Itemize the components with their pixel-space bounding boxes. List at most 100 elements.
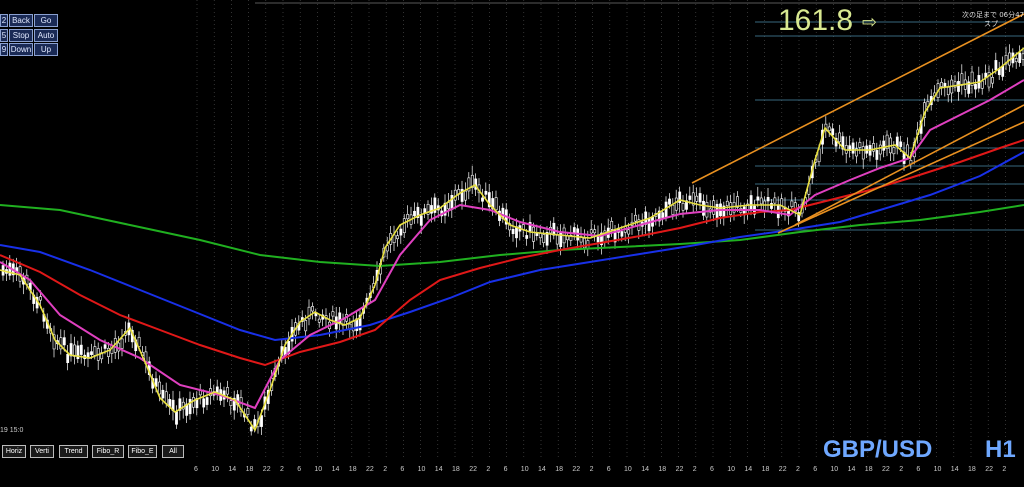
up-button[interactable]: Up bbox=[34, 43, 58, 56]
x-tick-label: 18 bbox=[658, 466, 667, 473]
side-button-1[interactable]: 2 bbox=[0, 14, 8, 27]
go-button[interactable]: Go bbox=[34, 14, 58, 27]
candle-body bbox=[260, 415, 263, 427]
trend-line-button[interactable]: Trend bbox=[59, 445, 88, 458]
candle-body bbox=[702, 200, 705, 216]
side-button-3[interactable]: 9 bbox=[0, 43, 8, 56]
timeframe-label: H1 bbox=[985, 436, 1016, 463]
candle-body bbox=[90, 351, 93, 355]
candle-body bbox=[974, 84, 977, 90]
x-tick-label: 18 bbox=[555, 466, 563, 473]
fibo-retracement-button[interactable]: Fibo_R bbox=[92, 445, 124, 458]
candle-body bbox=[175, 411, 178, 425]
candle-body bbox=[620, 231, 624, 237]
x-tick-label: 14 bbox=[538, 466, 546, 473]
candle-body bbox=[202, 398, 206, 408]
candle-body bbox=[402, 218, 406, 234]
x-tick-label: 18 bbox=[968, 466, 976, 473]
x-tick-label: 14 bbox=[228, 466, 237, 473]
channel-lower-line bbox=[777, 121, 1024, 234]
candle-body bbox=[317, 318, 321, 323]
x-tick-label: 22 bbox=[778, 466, 787, 473]
stop-button[interactable]: Stop bbox=[9, 29, 33, 42]
candle-body bbox=[66, 353, 70, 364]
auto-button[interactable]: Auto bbox=[34, 29, 58, 42]
x-tick-label: 6 bbox=[606, 466, 611, 473]
candle-body bbox=[749, 195, 753, 210]
candle-body bbox=[773, 197, 777, 204]
candle-body bbox=[484, 190, 488, 195]
price-chart bbox=[0, 0, 1024, 460]
x-tick-label: 18 bbox=[245, 466, 254, 473]
x-tick-label: 10 bbox=[933, 466, 942, 473]
candle-body bbox=[103, 344, 107, 349]
candle-body bbox=[991, 77, 994, 84]
candle-body bbox=[164, 391, 168, 404]
down-button[interactable]: Down bbox=[9, 43, 33, 56]
candle-body bbox=[552, 222, 556, 236]
candle-body bbox=[851, 142, 855, 154]
candle-body bbox=[878, 144, 882, 155]
candle-body bbox=[882, 140, 886, 151]
ma-blue-line bbox=[0, 151, 1024, 342]
x-tick-label: 22 bbox=[985, 466, 993, 473]
x-tick-label: 6 bbox=[400, 466, 405, 473]
candle-body bbox=[831, 128, 835, 136]
candle-body bbox=[827, 126, 831, 132]
candle-body bbox=[188, 398, 192, 415]
x-tick-label: 18 bbox=[348, 466, 357, 473]
candle-body bbox=[725, 200, 729, 206]
vertical-line-button[interactable]: Verti bbox=[30, 445, 54, 458]
side-button-2[interactable]: 5 bbox=[0, 29, 8, 42]
candle-body bbox=[681, 203, 685, 211]
candle-body bbox=[331, 311, 335, 317]
x-tick-label: 10 bbox=[520, 466, 529, 473]
candle-body bbox=[555, 235, 559, 245]
candle-body bbox=[770, 203, 773, 209]
x-tick-label: 2 bbox=[899, 466, 904, 473]
candle-body bbox=[593, 229, 597, 234]
candle-body bbox=[399, 228, 403, 236]
candle-body bbox=[161, 389, 165, 399]
candle-body bbox=[994, 60, 998, 71]
chart-area[interactable] bbox=[0, 0, 1024, 487]
spread-label: スプ bbox=[984, 20, 998, 28]
candle-body bbox=[304, 320, 308, 332]
candle-body bbox=[192, 397, 195, 408]
candle-body bbox=[668, 198, 671, 205]
horiz-line-button[interactable]: Horiz bbox=[2, 445, 26, 458]
x-tick-label: 2 bbox=[796, 466, 800, 473]
candle-body bbox=[892, 147, 896, 155]
fibo-expansion-button[interactable]: Fibo_E bbox=[128, 445, 157, 458]
candle-body bbox=[532, 226, 535, 242]
candle-body bbox=[73, 344, 76, 357]
x-tick-label: 22 bbox=[366, 466, 374, 473]
x-tick-label: 22 bbox=[469, 466, 477, 473]
all-button[interactable]: All bbox=[162, 445, 184, 458]
x-tick-label: 10 bbox=[417, 466, 426, 473]
candle-body bbox=[205, 397, 209, 405]
candle-body bbox=[525, 235, 529, 239]
x-tick-label: 14 bbox=[744, 466, 753, 473]
x-tick-label: 2 bbox=[589, 466, 594, 473]
candle-body bbox=[249, 426, 253, 432]
back-button[interactable]: Back bbox=[9, 14, 33, 27]
x-tick-label: 22 bbox=[882, 466, 890, 473]
x-tick-label: 6 bbox=[297, 466, 302, 473]
candle-body bbox=[705, 202, 709, 218]
candle-body bbox=[542, 234, 546, 243]
x-tick-label: 22 bbox=[675, 466, 684, 473]
candle-body bbox=[69, 343, 73, 357]
x-tick-label: 18 bbox=[864, 466, 873, 473]
candle-body bbox=[538, 233, 542, 239]
candle-body bbox=[671, 204, 675, 215]
candle-body bbox=[790, 200, 794, 207]
candle-body bbox=[899, 141, 903, 147]
candle-body bbox=[246, 408, 250, 415]
x-tick-label: 14 bbox=[847, 466, 856, 473]
candle-body bbox=[688, 195, 692, 200]
x-tick-label: 14 bbox=[331, 466, 340, 473]
candle-body bbox=[419, 215, 423, 226]
candle-body bbox=[729, 202, 733, 215]
x-tick-label: 10 bbox=[314, 466, 323, 473]
